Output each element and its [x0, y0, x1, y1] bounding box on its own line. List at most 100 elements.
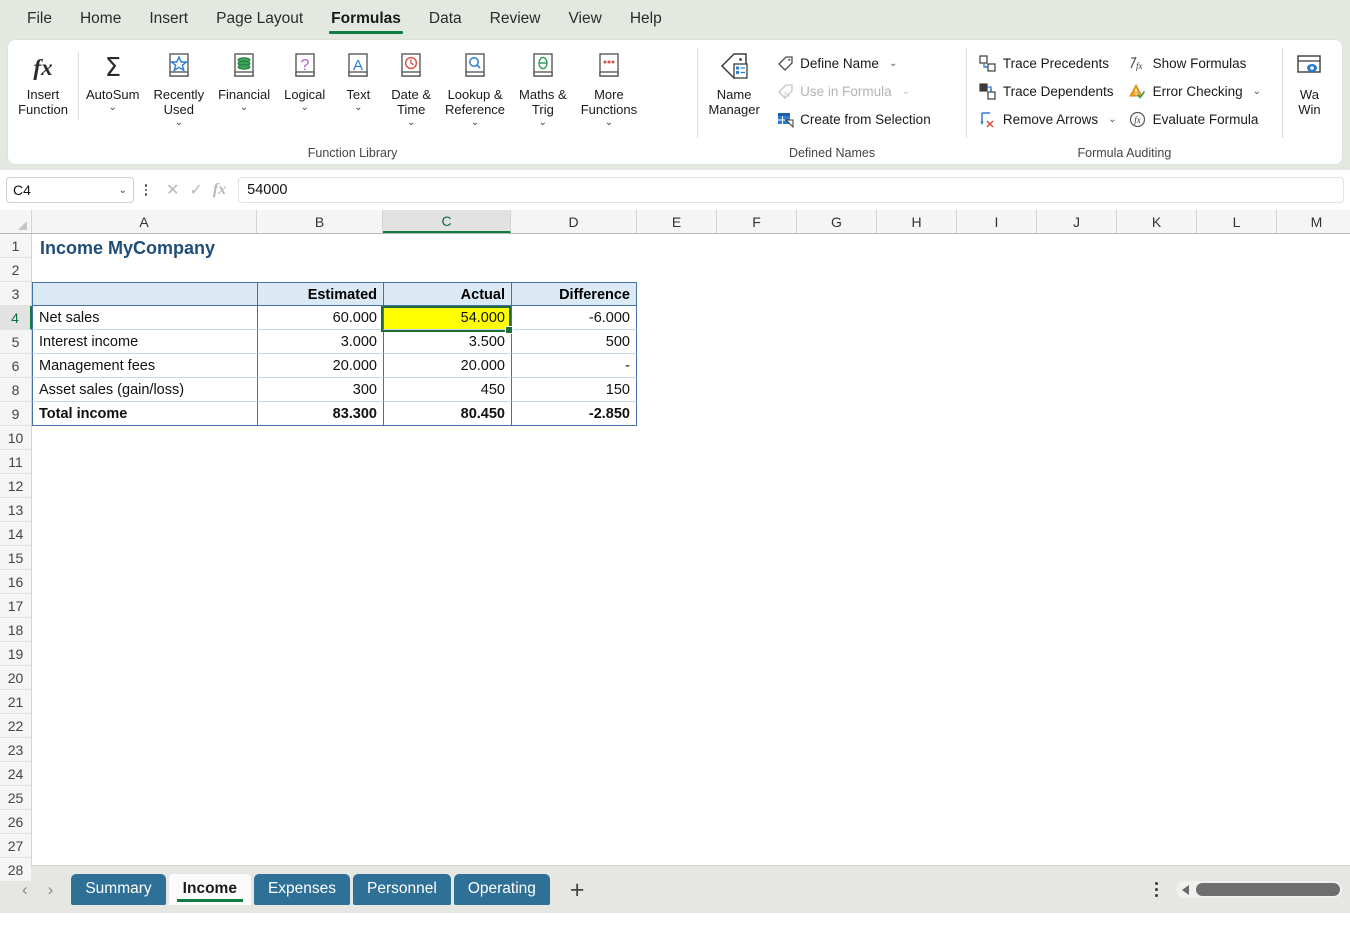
row-header-1[interactable]: 1 — [0, 234, 31, 258]
cell-d6[interactable]: - — [511, 354, 637, 378]
column-header-d[interactable]: D — [511, 210, 637, 233]
ribbon-tab-review[interactable]: Review — [477, 4, 554, 36]
ribbon-tab-help[interactable]: Help — [617, 4, 675, 36]
chevron-down-icon[interactable]: ⌄ — [175, 117, 183, 128]
scroll-left-icon[interactable] — [1182, 885, 1189, 895]
financial-button[interactable]: Financial ⌄ — [211, 44, 277, 115]
sheet-tab-personnel[interactable]: Personnel — [353, 874, 451, 905]
sheet-tab-operating[interactable]: Operating — [454, 874, 550, 905]
select-all-corner[interactable] — [0, 210, 32, 233]
next-sheet-icon[interactable]: › — [48, 880, 54, 900]
chevron-down-icon[interactable]: ⌄ — [889, 58, 897, 69]
column-header-m[interactable]: M — [1277, 210, 1350, 233]
lookup-reference-button[interactable]: Lookup & Reference ⌄ — [438, 44, 512, 130]
cell-c6[interactable]: 20.000 — [383, 354, 511, 378]
column-header-c[interactable]: C — [383, 210, 511, 233]
row-header-24[interactable]: 24 — [0, 762, 31, 786]
insert-function-icon[interactable]: fx — [213, 181, 226, 199]
cell-a6[interactable]: Management fees — [32, 354, 257, 378]
cell-b4[interactable]: 60.000 — [257, 306, 383, 330]
name-manager-button[interactable]: Name Manager — [698, 44, 770, 119]
row-header-14[interactable]: 14 — [0, 522, 31, 546]
row-header-13[interactable]: 13 — [0, 498, 31, 522]
sheet-options-icon[interactable] — [1141, 882, 1172, 897]
trace-dependents-button[interactable]: Trace Dependents — [973, 78, 1123, 104]
row-header-23[interactable]: 23 — [0, 738, 31, 762]
column-header-k[interactable]: K — [1117, 210, 1197, 233]
cell-a5[interactable]: Interest income — [32, 330, 257, 354]
chevron-down-icon[interactable]: ⌄ — [1108, 114, 1116, 125]
cell-a9-total-label[interactable]: Total income — [32, 402, 257, 426]
more-functions-button[interactable]: More Functions ⌄ — [574, 44, 644, 130]
cell-a1-title[interactable]: Income MyCompany — [32, 234, 511, 258]
scrollbar-thumb[interactable] — [1196, 883, 1340, 896]
sheet-tab-summary[interactable]: Summary — [71, 874, 165, 905]
row-header-5[interactable]: 5 — [0, 330, 31, 354]
row-header-9[interactable]: 9 — [0, 402, 31, 426]
ribbon-tab-insert[interactable]: Insert — [136, 4, 201, 36]
column-header-f[interactable]: F — [717, 210, 797, 233]
cell-d5[interactable]: 500 — [511, 330, 637, 354]
cell-a8[interactable]: Asset sales (gain/loss) — [32, 378, 257, 402]
chevron-down-icon[interactable]: ⌄ — [407, 117, 415, 128]
row-header-27[interactable]: 27 — [0, 834, 31, 858]
cell-a4[interactable]: Net sales — [32, 306, 257, 330]
chevron-down-icon[interactable]: ⌄ — [240, 102, 248, 113]
cell-d8[interactable]: 150 — [511, 378, 637, 402]
chevron-down-icon[interactable]: ⌄ — [902, 86, 910, 97]
formula-input[interactable]: 54000 — [238, 177, 1344, 203]
chevron-down-icon[interactable]: ⌄ — [605, 117, 613, 128]
cell-a3[interactable] — [32, 282, 257, 306]
cell-b8[interactable]: 300 — [257, 378, 383, 402]
previous-sheet-icon[interactable]: ‹ — [22, 880, 28, 900]
text-button[interactable]: A Text ⌄ — [332, 44, 384, 115]
cell-c5[interactable]: 3.500 — [383, 330, 511, 354]
row-header-19[interactable]: 19 — [0, 642, 31, 666]
evaluate-formula-button[interactable]: fx Evaluate Formula — [1123, 106, 1267, 132]
row-header-18[interactable]: 18 — [0, 618, 31, 642]
sheet-tab-income[interactable]: Income — [169, 874, 251, 905]
cell-c9-total-actual[interactable]: 80.450 — [383, 402, 511, 426]
cell-d3-difference[interactable]: Difference — [511, 282, 637, 306]
error-checking-button[interactable]: Error Checking ⌄ — [1123, 78, 1267, 104]
recently-used-button[interactable]: Recently Used ⌄ — [146, 44, 211, 130]
cell-c8[interactable]: 450 — [383, 378, 511, 402]
name-box[interactable]: C4 ⌄ — [6, 177, 134, 203]
column-header-i[interactable]: I — [957, 210, 1037, 233]
row-header-4[interactable]: 4 — [0, 306, 32, 330]
cell-b3-estimated[interactable]: Estimated — [257, 282, 383, 306]
define-name-button[interactable]: Define Name ⌄ — [770, 50, 937, 76]
create-from-selection-button[interactable]: Create from Selection — [770, 106, 937, 132]
chevron-down-icon[interactable]: ⌄ — [471, 117, 479, 128]
ribbon-tab-data[interactable]: Data — [416, 4, 475, 36]
row-header-3[interactable]: 3 — [0, 282, 31, 306]
row-header-15[interactable]: 15 — [0, 546, 31, 570]
column-header-j[interactable]: J — [1037, 210, 1117, 233]
row-header-28[interactable]: 28 — [0, 858, 31, 882]
column-header-a[interactable]: A — [32, 210, 257, 233]
column-header-h[interactable]: H — [877, 210, 957, 233]
cell-c4[interactable]: 54.000 — [383, 306, 511, 330]
insert-function-button[interactable]: fx Insert Function — [8, 44, 78, 119]
confirm-icon[interactable]: ✓ — [189, 180, 202, 200]
sheet-tab-expenses[interactable]: Expenses — [254, 874, 350, 905]
row-header-2[interactable]: 2 — [0, 258, 31, 282]
show-formulas-button[interactable]: fx Show Formulas — [1123, 50, 1267, 76]
ribbon-tab-formulas[interactable]: Formulas — [318, 4, 414, 36]
ribbon-tab-file[interactable]: File — [14, 4, 65, 36]
remove-arrows-button[interactable]: Remove Arrows ⌄ — [973, 106, 1123, 132]
chevron-down-icon[interactable]: ⌄ — [354, 102, 362, 113]
column-header-g[interactable]: G — [797, 210, 877, 233]
row-header-16[interactable]: 16 — [0, 570, 31, 594]
row-header-25[interactable]: 25 — [0, 786, 31, 810]
cell-b6[interactable]: 20.000 — [257, 354, 383, 378]
chevron-down-icon[interactable]: ⌄ — [301, 102, 309, 113]
row-header-26[interactable]: 26 — [0, 810, 31, 834]
logical-button[interactable]: ? Logical ⌄ — [277, 44, 332, 115]
watch-window-button[interactable]: Wa Win — [1283, 44, 1335, 119]
row-header-12[interactable]: 12 — [0, 474, 31, 498]
use-in-formula-button[interactable]: fx Use in Formula ⌄ — [770, 78, 937, 104]
column-header-e[interactable]: E — [637, 210, 717, 233]
cell-d4[interactable]: -6.000 — [511, 306, 637, 330]
chevron-down-icon[interactable]: ⌄ — [1253, 86, 1261, 97]
